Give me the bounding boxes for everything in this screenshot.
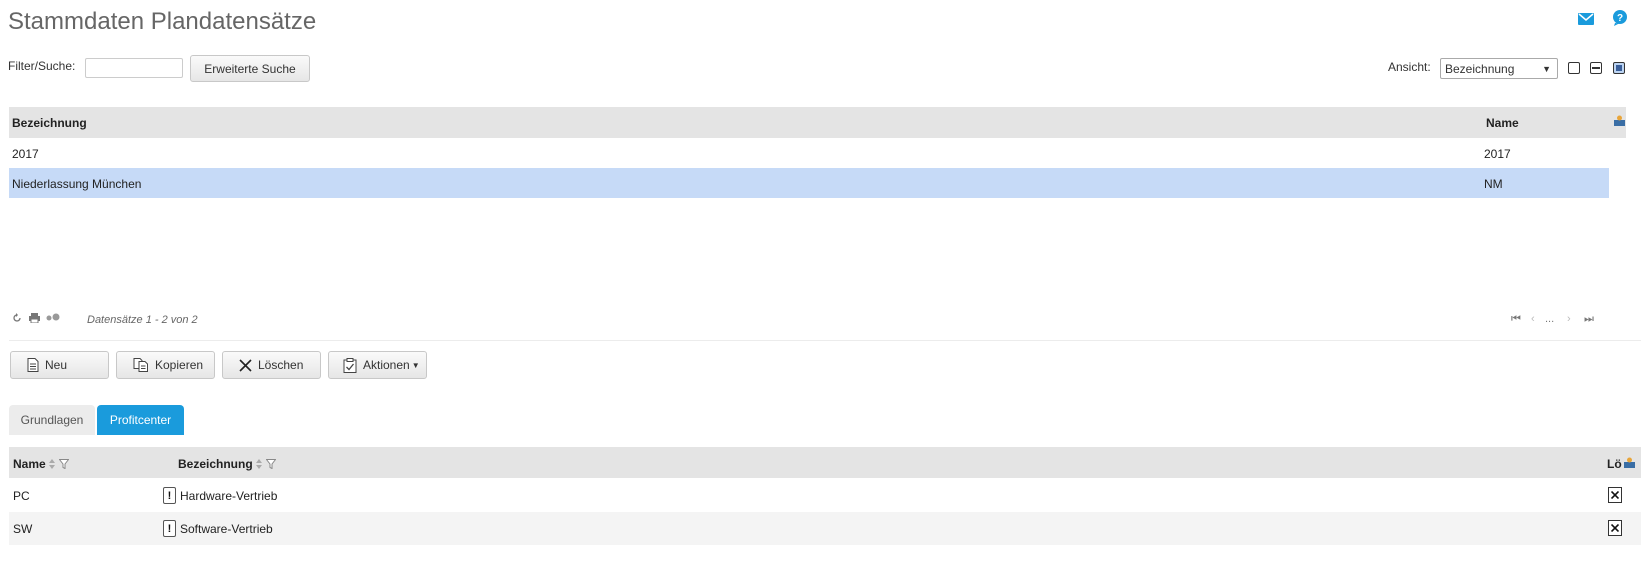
- filter-label: Filter/Suche:: [8, 59, 76, 73]
- sort-icon[interactable]: [255, 459, 262, 469]
- warning-icon: !: [163, 487, 176, 504]
- last-page-icon[interactable]: ⏭: [1584, 313, 1594, 326]
- subgrid-column-header-name[interactable]: Name: [13, 457, 69, 471]
- row-name: 2017: [1484, 147, 1511, 161]
- view-single-icon[interactable]: [1568, 62, 1580, 74]
- dropdown-arrow-icon: ▼: [1542, 63, 1551, 74]
- help-icon[interactable]: ?: [1612, 10, 1628, 26]
- filter-icon[interactable]: [265, 459, 276, 469]
- clipboard-icon: [343, 357, 357, 373]
- column-header-bezeichnung[interactable]: Bezeichnung: [12, 116, 87, 130]
- table-row[interactable]: 2017 2017: [9, 138, 1609, 168]
- delete-row-checkbox[interactable]: [1608, 520, 1622, 536]
- column-config-icon[interactable]: [1624, 457, 1635, 471]
- delete-button[interactable]: Löschen: [222, 351, 321, 379]
- column-header-name[interactable]: Name: [1486, 116, 1519, 130]
- copy-icon: [133, 358, 148, 372]
- extended-search-button[interactable]: Erweiterte Suche: [190, 55, 310, 82]
- filter-search-input[interactable]: [85, 58, 183, 78]
- tab-grundlagen[interactable]: Grundlagen: [9, 405, 95, 435]
- view-split-icon[interactable]: [1590, 62, 1602, 74]
- actions-button-label: Aktionen: [363, 358, 410, 372]
- row-bezeichnung: Niederlassung München: [12, 177, 142, 191]
- subrow-bezeichnung: Hardware-Vertrieb: [180, 489, 278, 503]
- warning-icon: !: [163, 520, 176, 537]
- first-page-icon[interactable]: ⏮: [1511, 313, 1521, 326]
- copy-button-label: Kopieren: [155, 358, 204, 372]
- delete-button-label: Löschen: [258, 358, 304, 372]
- print-icon[interactable]: [29, 313, 40, 326]
- chevron-down-icon: ▼: [411, 360, 420, 370]
- row-name: NM: [1484, 177, 1503, 191]
- table-row[interactable]: SW ! Software-Vertrieb: [9, 512, 1641, 545]
- settings-icon[interactable]: [46, 313, 60, 326]
- divider: [9, 340, 1641, 341]
- subgrid-column-header-delete[interactable]: Lö: [1607, 457, 1622, 471]
- pager-ellipsis: ...: [1545, 313, 1555, 325]
- grid-header: [9, 107, 1626, 138]
- page-title: Stammdaten Plandatensätze: [8, 8, 317, 35]
- subrow-bezeichnung: Software-Vertrieb: [180, 522, 273, 536]
- copy-button[interactable]: Kopieren: [116, 351, 215, 379]
- refresh-icon[interactable]: [12, 313, 22, 326]
- column-config-icon[interactable]: [1614, 115, 1625, 129]
- row-bezeichnung: 2017: [12, 147, 39, 161]
- subrow-name: PC: [13, 489, 30, 503]
- subgrid-column-name-label: Name: [13, 457, 46, 471]
- table-row[interactable]: PC ! Hardware-Vertrieb: [9, 479, 1641, 512]
- actions-dropdown-button[interactable]: Aktionen ▼: [328, 351, 427, 379]
- new-button-label: Neu: [45, 358, 68, 372]
- subrow-name: SW: [13, 522, 33, 536]
- document-icon: [27, 358, 39, 372]
- prev-page-icon[interactable]: ‹: [1531, 313, 1535, 325]
- next-page-icon[interactable]: ›: [1567, 313, 1571, 325]
- sort-icon[interactable]: [48, 459, 55, 469]
- table-row[interactable]: Niederlassung München NM: [9, 168, 1609, 198]
- view-label: Ansicht:: [1388, 60, 1431, 74]
- tab-profitcenter[interactable]: Profitcenter: [97, 405, 184, 435]
- subgrid-column-bezeichnung-label: Bezeichnung: [178, 457, 253, 471]
- delete-row-checkbox[interactable]: [1608, 487, 1622, 503]
- subgrid-column-header-bezeichnung[interactable]: Bezeichnung: [178, 457, 276, 471]
- filter-icon[interactable]: [58, 459, 69, 469]
- svg-text:?: ?: [1617, 13, 1623, 24]
- mail-icon[interactable]: [1578, 11, 1594, 27]
- new-button[interactable]: Neu: [10, 351, 109, 379]
- records-info: Datensätze 1 - 2 von 2: [87, 314, 198, 326]
- view-full-icon[interactable]: [1613, 62, 1625, 74]
- view-select-value: Bezeichnung: [1445, 61, 1515, 76]
- close-icon: [239, 358, 252, 372]
- view-select[interactable]: Bezeichnung ▼: [1440, 58, 1558, 79]
